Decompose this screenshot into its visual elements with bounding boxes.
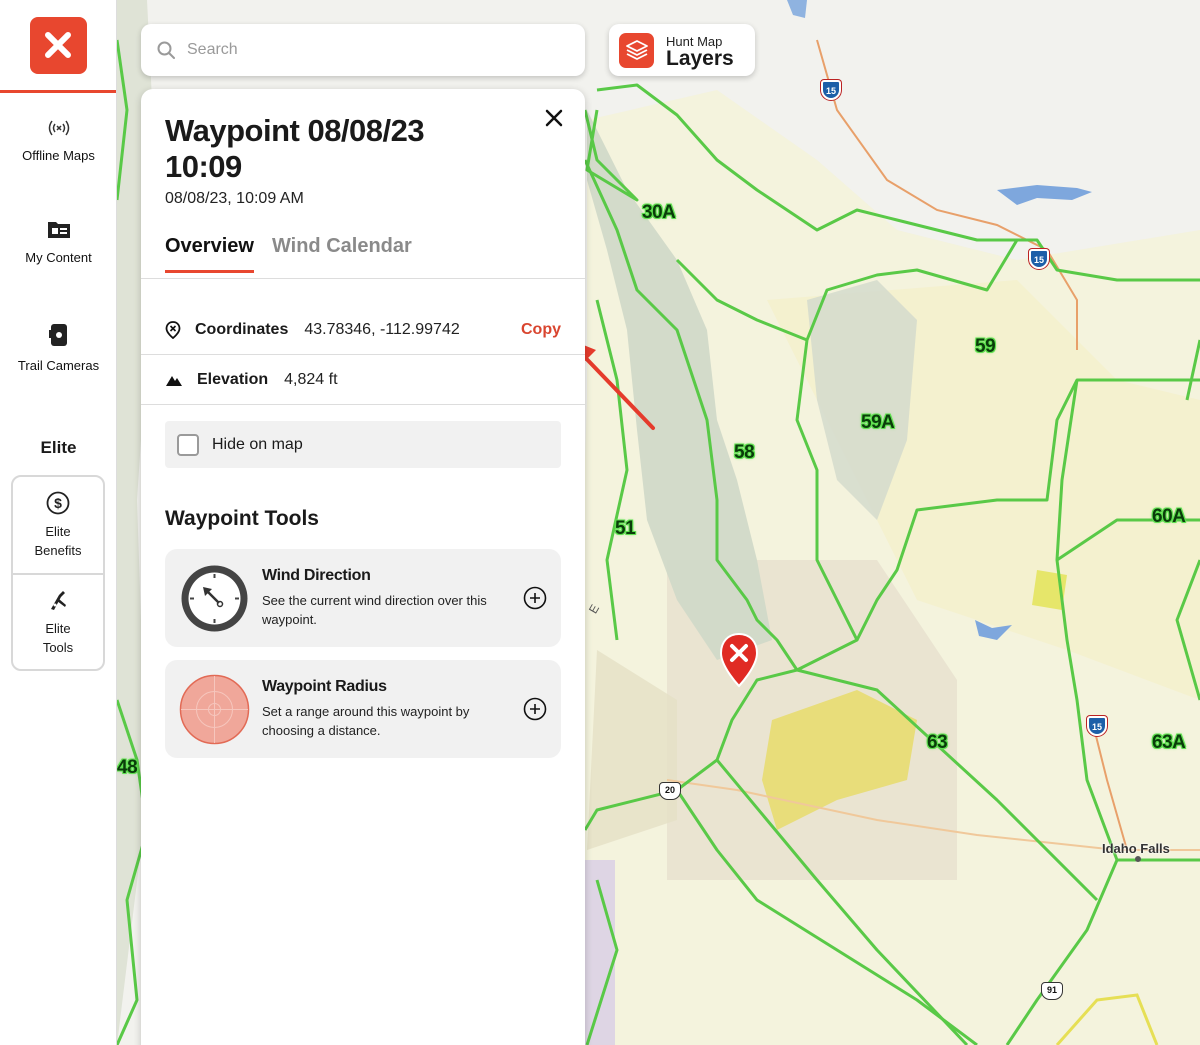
multitool-icon [51, 591, 66, 610]
city-label-idaho-falls: Idaho Falls [1102, 841, 1170, 856]
offline-broadcast-icon [48, 120, 69, 136]
interstate-shield: 15 [821, 80, 841, 100]
sidebar-item-label: Offline Maps [22, 148, 95, 163]
unit-label-51[interactable]: 51 [615, 518, 636, 540]
tab-wind-calendar[interactable]: Wind Calendar [272, 235, 412, 273]
tool-card-waypoint-radius[interactable]: Waypoint Radius Set a range around this … [165, 660, 561, 758]
waypoint-title: Waypoint 08/08/23 10:09 [165, 113, 425, 184]
us-route-shield: 20 [659, 782, 681, 800]
tab-bar: Overview Wind Calendar [165, 235, 430, 273]
hide-on-map-checkbox[interactable] [177, 433, 199, 456]
wind-dial-icon [181, 565, 248, 631]
coordinates-label: Coordinates [195, 320, 289, 338]
sidebar-item-label: Trail Cameras [17, 358, 100, 373]
elite-section-title: Elite [40, 438, 77, 457]
logo-container [0, 0, 116, 93]
coordinates-value: 43.78346, -112.99742 [304, 320, 460, 338]
tool-name: Waypoint Radius [262, 678, 387, 695]
copy-coordinates-button[interactable]: Copy [521, 321, 561, 339]
tab-overview[interactable]: Overview [165, 235, 254, 273]
tool-name: Wind Direction [262, 567, 371, 584]
waypoint-tools-heading: Waypoint Tools [165, 507, 319, 530]
app-logo-icon[interactable] [29, 16, 87, 74]
add-circle-icon[interactable] [523, 697, 547, 721]
elite-item-label: Elite Benefits [34, 524, 82, 558]
search-icon [157, 41, 175, 59]
waypoint-panel: Waypoint 08/08/23 10:09 08/08/23, 10:09 … [141, 89, 585, 1045]
layers-title: Layers [666, 47, 734, 70]
elevation-label: Elevation [197, 370, 269, 388]
tab-divider [141, 278, 585, 279]
layers-button[interactable]: Hunt Map Layers [609, 24, 755, 76]
unit-label-30a[interactable]: 30A [642, 202, 676, 224]
interstate-shield: 15 [1087, 716, 1107, 736]
coordinates-row: Coordinates 43.78346, -112.99742 Copy [141, 305, 585, 355]
us-route-shield: 91 [1041, 982, 1063, 1000]
radius-target-icon [179, 674, 250, 744]
tool-description: See the current wind direction over this… [262, 593, 487, 627]
sidebar-item-trail-cameras[interactable]: Trail Cameras [0, 322, 117, 373]
elevation-row: Elevation 4,824 ft [141, 355, 585, 405]
sidebar-item-offline-maps[interactable]: Offline Maps [0, 116, 117, 163]
mountain-icon [166, 375, 182, 386]
unit-label-58[interactable]: 58 [734, 442, 755, 464]
sidebar-item-elite-benefits[interactable]: $ Elite Benefits [13, 477, 103, 573]
elite-item-label: Elite Tools [42, 621, 74, 655]
dollar-circle-icon: $ [46, 491, 70, 515]
waypoint-marker-icon[interactable] [719, 632, 759, 688]
close-icon[interactable] [543, 107, 565, 129]
search-input[interactable] [187, 41, 547, 59]
sidebar-item-elite-tools[interactable]: Elite Tools [13, 573, 103, 669]
city-dot [1135, 856, 1141, 862]
unit-label-60a[interactable]: 60A [1152, 506, 1186, 528]
unit-label-48[interactable]: 48 [117, 757, 138, 779]
interstate-shield: 15 [1029, 249, 1049, 269]
svg-text:$: $ [54, 495, 62, 511]
waypoint-datetime: 08/08/23, 10:09 AM [165, 190, 304, 207]
hide-on-map-toggle[interactable]: Hide on map [165, 421, 561, 468]
unit-label-59a[interactable]: 59A [861, 412, 895, 434]
sidebar: Offline Maps My Content Trail Cameras El… [0, 0, 117, 1045]
location-pin-icon [165, 320, 181, 339]
hide-on-map-label: Hide on map [212, 435, 303, 453]
search-bar[interactable] [141, 24, 585, 76]
sidebar-item-my-content[interactable]: My Content [0, 218, 117, 265]
unit-label-59[interactable]: 59 [975, 336, 996, 358]
unit-label-63[interactable]: 63 [927, 732, 948, 754]
layers-stack-icon [619, 32, 654, 68]
elite-menu: $ Elite Benefits Elite Tools [11, 475, 105, 671]
unit-label-63a[interactable]: 63A [1152, 732, 1186, 754]
trail-camera-icon [48, 324, 67, 346]
add-circle-icon[interactable] [523, 586, 547, 610]
tool-card-wind-direction[interactable]: Wind Direction See the current wind dire… [165, 549, 561, 647]
folder-content-icon [47, 222, 70, 238]
tool-description: Set a range around this waypoint by choo… [262, 704, 470, 738]
elevation-value: 4,824 ft [284, 370, 338, 388]
sidebar-item-label: My Content [25, 250, 92, 265]
